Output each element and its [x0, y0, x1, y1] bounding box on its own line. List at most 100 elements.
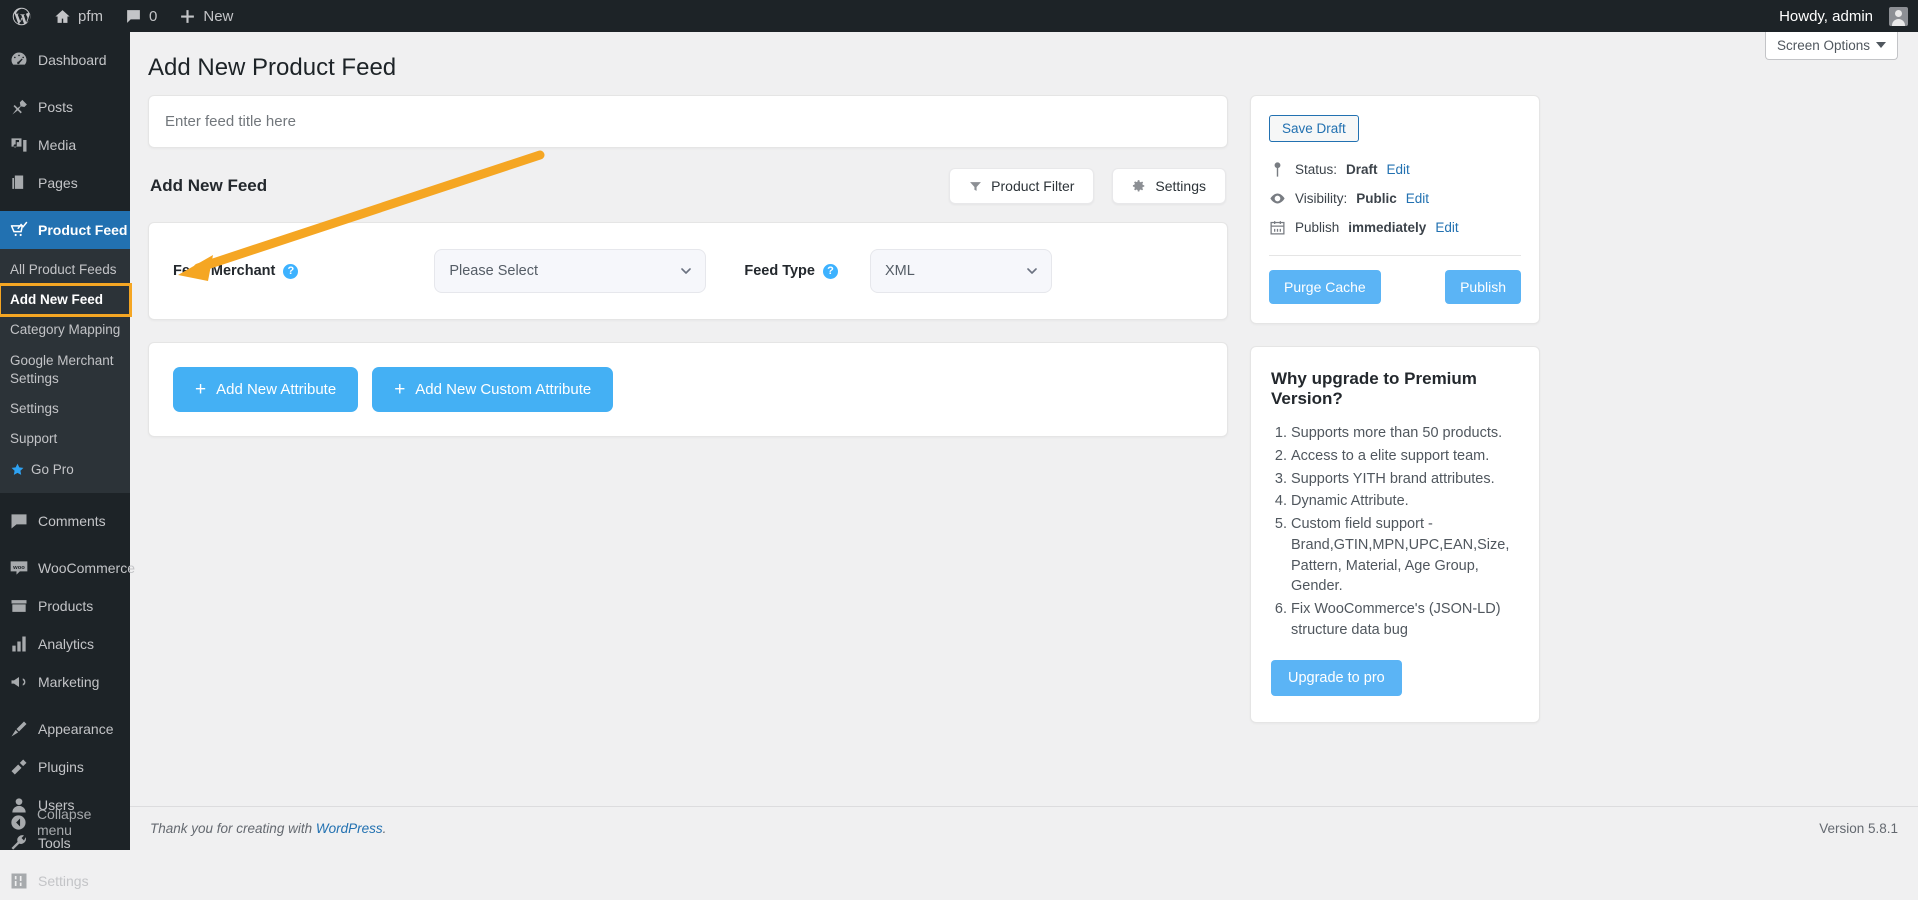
- add-new-attribute-button[interactable]: + Add New Attribute: [173, 367, 358, 412]
- status-edit-link[interactable]: Edit: [1387, 162, 1410, 177]
- site-name-button[interactable]: pfm: [43, 0, 114, 32]
- howdy-label: Howdy, admin: [1779, 8, 1873, 25]
- save-draft-button[interactable]: Save Draft: [1269, 115, 1359, 142]
- submenu-item-all-product-feeds[interactable]: All Product Feeds: [0, 255, 130, 285]
- sidebar-item-label: Posts: [38, 98, 73, 116]
- dashboard-icon: [9, 50, 29, 70]
- sidebar-item-label: Plugins: [38, 758, 84, 776]
- add-new-attribute-label: Add New Attribute: [216, 381, 336, 398]
- eye-icon: [1269, 190, 1286, 207]
- submenu-item-go-pro[interactable]: Go Pro: [0, 455, 130, 485]
- feed-section-title: Add New Feed: [150, 176, 267, 196]
- sidebar-item-comments[interactable]: Comments: [0, 502, 130, 540]
- premium-heading: Why upgrade to Premium Version?: [1271, 369, 1519, 409]
- feed-merchant-label-group: Feed Merchant ?: [173, 263, 298, 279]
- feed-title-card: [148, 95, 1228, 148]
- submenu-item-google-merchant-settings[interactable]: Google Merchant Settings: [0, 346, 130, 394]
- schedule-row: Publish immediately Edit: [1269, 213, 1521, 242]
- submenu-item-label: Go Pro: [31, 461, 74, 479]
- visibility-edit-link[interactable]: Edit: [1406, 191, 1429, 206]
- product-filter-label: Product Filter: [991, 178, 1074, 194]
- sidebar-item-pages[interactable]: Pages: [0, 164, 130, 202]
- collapse-arrow-icon: [9, 813, 28, 832]
- sidebar-spacer: [0, 540, 130, 549]
- product-filter-button[interactable]: Product Filter: [949, 168, 1094, 204]
- admin-footer: Thank you for creating with WordPress. V…: [130, 806, 1918, 850]
- sidebar-item-label: Product Feed: [38, 221, 127, 239]
- sidebar-item-appearance[interactable]: Appearance: [0, 710, 130, 748]
- list-item: Fix WooCommerce's (JSON-LD) structure da…: [1291, 598, 1519, 641]
- status-prefix: Status:: [1295, 162, 1337, 177]
- paintbrush-icon: [9, 719, 29, 739]
- new-content-button[interactable]: New: [168, 0, 244, 32]
- feed-merchant-select[interactable]: Please Select: [434, 249, 706, 293]
- sidebar-item-posts[interactable]: Posts: [0, 88, 130, 126]
- footer-thanks-suffix: .: [383, 821, 387, 836]
- wordpress-logo-button[interactable]: [0, 0, 43, 32]
- help-icon[interactable]: ?: [823, 264, 838, 279]
- footer-version: Version 5.8.1: [1819, 821, 1898, 836]
- submenu-item-add-new-feed[interactable]: Add New Feed: [0, 285, 130, 315]
- gear-icon: [1132, 179, 1146, 193]
- feed-section-header: Add New Feed Product Filter Settings: [148, 166, 1228, 206]
- plus-icon: [179, 8, 196, 25]
- sidebar-item-products[interactable]: Products: [0, 587, 130, 625]
- list-item: Supports YITH brand attributes.: [1291, 468, 1519, 491]
- sidebar-item-label: Marketing: [38, 673, 99, 691]
- sidebar-spacer: [0, 32, 130, 41]
- sidebar-item-dashboard[interactable]: Dashboard: [0, 41, 130, 79]
- sidebar-item-marketing[interactable]: Marketing: [0, 663, 130, 701]
- bar-chart-icon: [9, 634, 29, 654]
- sidebar-spacer: [0, 493, 130, 502]
- submenu-item-settings[interactable]: Settings: [0, 394, 130, 424]
- feed-type-label-group: Feed Type ?: [744, 263, 838, 279]
- page-title: Add New Product Feed: [130, 32, 1918, 83]
- pages-icon: [9, 173, 29, 193]
- list-item: Dynamic Attribute.: [1291, 490, 1519, 513]
- feed-settings-button[interactable]: Settings: [1112, 168, 1226, 204]
- sidebar-item-product-feed[interactable]: Product Feed: [0, 211, 130, 249]
- help-icon[interactable]: ?: [283, 264, 298, 279]
- left-column: Add New Feed Product Filter Settings: [148, 95, 1228, 722]
- sidebar-item-media[interactable]: Media: [0, 126, 130, 164]
- submenu-item-support[interactable]: Support: [0, 424, 130, 454]
- content-columns: Add New Feed Product Filter Settings: [130, 83, 1918, 722]
- collapse-menu-button[interactable]: Collapse menu: [0, 797, 130, 850]
- chevron-down-icon: [1876, 42, 1886, 49]
- admin-bar: pfm 0 New Howdy, admin: [0, 0, 1918, 32]
- schedule-edit-link[interactable]: Edit: [1435, 220, 1458, 235]
- submenu-item-category-mapping[interactable]: Category Mapping: [0, 315, 130, 345]
- comments-button[interactable]: 0: [114, 0, 168, 32]
- feed-type-select[interactable]: XML: [870, 249, 1052, 293]
- submenu-item-label: Settings: [10, 401, 59, 416]
- feed-config-row: Feed Merchant ? Please Select Feed Type …: [173, 249, 1203, 293]
- sidebar-item-label: Dashboard: [38, 51, 107, 69]
- status-value: Draft: [1346, 162, 1378, 177]
- account-menu-button[interactable]: Howdy, admin: [1768, 0, 1908, 32]
- screen-options-label: Screen Options: [1777, 38, 1870, 53]
- upgrade-to-pro-button[interactable]: Upgrade to pro: [1271, 660, 1402, 696]
- svg-text:woo: woo: [12, 565, 25, 571]
- publish-button[interactable]: Publish: [1445, 270, 1521, 304]
- feed-title-input[interactable]: [149, 96, 1227, 147]
- sidebar-item-analytics[interactable]: Analytics: [0, 625, 130, 663]
- sidebar-item-label: WooCommerce: [38, 559, 135, 577]
- purge-cache-button[interactable]: Purge Cache: [1269, 270, 1381, 304]
- plus-icon: +: [195, 380, 206, 399]
- sidebar-item-plugins[interactable]: Plugins: [0, 748, 130, 786]
- sidebar-spacer: [0, 79, 130, 88]
- screen-options-button[interactable]: Screen Options: [1765, 32, 1898, 60]
- add-new-custom-attribute-button[interactable]: + Add New Custom Attribute: [372, 367, 613, 412]
- sliders-icon: [9, 871, 29, 891]
- sidebar-item-woocommerce[interactable]: woo WooCommerce: [0, 549, 130, 587]
- submenu-item-label: Google Merchant Settings: [10, 353, 114, 386]
- feed-config-card: Feed Merchant ? Please Select Feed Type …: [148, 222, 1228, 320]
- media-icon: [9, 135, 29, 155]
- main-content: Screen Options Add New Product Feed Add …: [130, 32, 1918, 850]
- admin-bar-right: Howdy, admin: [1768, 0, 1918, 32]
- wordpress-link[interactable]: WordPress: [316, 821, 383, 836]
- sidebar-item-settings[interactable]: Settings: [0, 862, 130, 900]
- attributes-card: + Add New Attribute + Add New Custom Att…: [148, 342, 1228, 437]
- submenu-item-label: Category Mapping: [10, 322, 120, 337]
- sidebar-spacer: [0, 202, 130, 211]
